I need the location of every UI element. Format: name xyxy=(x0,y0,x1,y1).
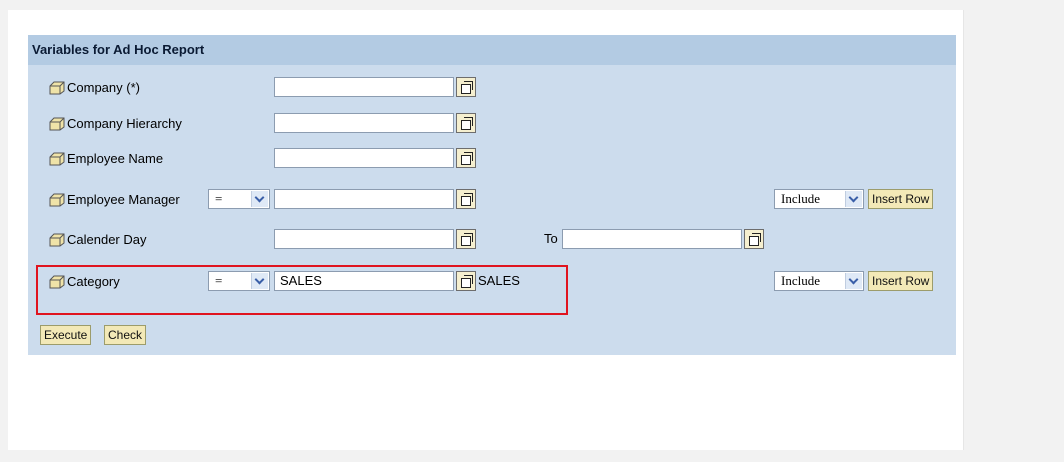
employee-manager-include-select[interactable]: Include xyxy=(774,189,864,209)
variables-panel: Variables for Ad Hoc Report Company (*) … xyxy=(28,35,956,355)
chevron-down-icon xyxy=(251,191,268,207)
cube-icon xyxy=(49,233,65,247)
cube-icon xyxy=(49,193,65,207)
page-frame: Variables for Ad Hoc Report Company (*) … xyxy=(8,10,964,450)
variable-row-employee-manager: Employee Manager = Include Insert Row xyxy=(28,187,956,211)
value-help-icon[interactable] xyxy=(456,229,476,249)
operator-value: = xyxy=(215,191,223,206)
cube-icon xyxy=(49,152,65,166)
value-help-icon[interactable] xyxy=(456,77,476,97)
category-include-select[interactable]: Include xyxy=(774,271,864,291)
cube-icon xyxy=(49,81,65,95)
variable-label: Employee Name xyxy=(67,151,164,166)
variable-label: Calender Day xyxy=(67,232,147,247)
variable-row-employee-name: Employee Name xyxy=(28,146,956,170)
variable-row-company: Company (*) xyxy=(28,75,956,99)
execute-button[interactable]: Execute xyxy=(40,325,92,345)
insert-row-button[interactable]: Insert Row xyxy=(868,189,934,209)
employee-manager-operator-select[interactable]: = xyxy=(208,189,270,209)
check-button[interactable]: Check xyxy=(104,325,147,345)
to-label: To xyxy=(544,231,558,246)
value-help-icon[interactable] xyxy=(456,148,476,168)
company-input[interactable] xyxy=(274,77,454,97)
highlight-box xyxy=(36,265,568,315)
variable-label: Company (*) xyxy=(67,80,140,95)
variable-label: Company Hierarchy xyxy=(67,116,182,131)
chevron-down-icon xyxy=(845,273,862,289)
value-help-icon[interactable] xyxy=(744,229,764,249)
calender-day-to-input[interactable] xyxy=(562,229,742,249)
include-value: Include xyxy=(781,191,820,206)
variable-row-company-hierarchy: Company Hierarchy xyxy=(28,111,956,135)
value-help-icon[interactable] xyxy=(456,113,476,133)
variable-label: Employee Manager xyxy=(67,192,180,207)
variable-row-calender-day: Calender Day To xyxy=(28,227,956,251)
chevron-down-icon xyxy=(845,191,862,207)
panel-title: Variables for Ad Hoc Report xyxy=(28,35,956,65)
include-value: Include xyxy=(781,273,820,288)
insert-row-button[interactable]: Insert Row xyxy=(868,271,934,291)
company-hierarchy-input[interactable] xyxy=(274,113,454,133)
employee-name-input[interactable] xyxy=(274,148,454,168)
cube-icon xyxy=(49,117,65,131)
value-help-icon[interactable] xyxy=(456,189,476,209)
employee-manager-input[interactable] xyxy=(274,189,454,209)
calender-day-from-input[interactable] xyxy=(274,229,454,249)
